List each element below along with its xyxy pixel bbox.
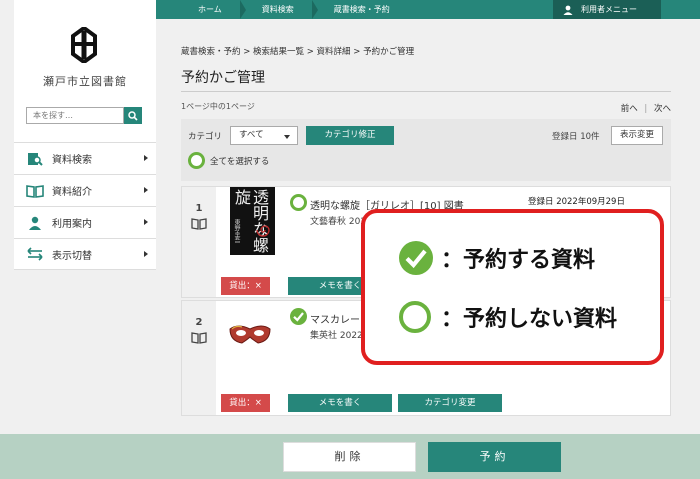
search-icon — [128, 110, 138, 121]
item-title-link[interactable]: マスカレー — [310, 311, 360, 326]
sidebar: 瀬戸市立図書館 資料検索 資料紹介 利用案内 — [14, 0, 156, 270]
category-edit-button[interactable]: カテゴリ修正 — [306, 126, 394, 145]
user-icon — [563, 5, 573, 15]
select-all-toggle[interactable]: 全てを選択する — [188, 152, 269, 169]
sidebar-menu: 資料検索 資料紹介 利用案内 表示切替 — [14, 142, 156, 270]
top-nav: ホーム 資料検索 蔵書検索・予約 利用者メニュー — [156, 0, 700, 19]
search-button[interactable] — [124, 107, 142, 124]
top-crumb-search[interactable]: 資料検索 — [240, 0, 318, 19]
memo-button[interactable]: メモを書く — [288, 394, 392, 412]
pagination-separator: | — [644, 104, 648, 114]
select-all-label: 全てを選択する — [210, 156, 270, 167]
chevron-right-icon — [144, 219, 148, 225]
item-number-column: 2 — [182, 301, 216, 415]
page-title: 予約かご管理 — [181, 70, 265, 86]
legend-popup: ：予約する資料 ：予約しない資料 — [361, 209, 664, 365]
category-select[interactable]: すべて — [230, 126, 298, 145]
unchecked-circle-icon[interactable] — [290, 194, 307, 211]
mask-cover-image[interactable] — [228, 321, 272, 347]
sidebar-item-label: 利用案内 — [52, 219, 92, 230]
status-badge: 貸出：× — [221, 394, 270, 412]
checked-circle-icon[interactable] — [290, 308, 307, 325]
chevron-right-icon — [144, 187, 148, 193]
legend-not-reserve-label: ：予約しない資料 — [441, 307, 618, 332]
category-change-button[interactable]: カテゴリ変更 — [398, 394, 502, 412]
bottom-action-bar: 削除 予約 — [0, 434, 700, 479]
top-breadcrumb: ホーム 資料検索 蔵書検索・予約 — [156, 0, 408, 19]
library-logo-icon — [71, 27, 97, 63]
control-panel: カテゴリ すべて カテゴリ修正 登録日 10件 表示変更 全てを選択する — [181, 119, 671, 181]
book-cover[interactable]: 透明な螺旋 東野圭吾 — [230, 187, 275, 255]
registration-count: 登録日 10件 — [552, 132, 600, 142]
reserve-button[interactable]: 予約 — [428, 442, 561, 472]
open-book-icon — [26, 183, 44, 199]
search-book-icon — [26, 151, 44, 167]
swap-arrows-icon — [26, 246, 44, 262]
sidebar-item-display[interactable]: 表示切替 — [14, 238, 156, 270]
title-divider — [181, 91, 671, 92]
person-icon — [26, 215, 44, 231]
book-icon — [191, 218, 207, 230]
sidebar-item-intro[interactable]: 資料紹介 — [14, 174, 156, 206]
prev-page-link[interactable]: 前へ — [621, 104, 638, 114]
chevron-right-icon — [144, 251, 148, 257]
status-badge: 貸出：× — [221, 277, 270, 295]
user-menu-button[interactable]: 利用者メニュー — [553, 0, 661, 19]
legend-reserve: ：予約する資料 — [399, 241, 595, 275]
breadcrumb: 蔵書検索・予約 > 検索結果一覧 > 資料詳細 > 予約かご管理 — [181, 47, 415, 57]
pagination: 前へ | 次へ — [617, 102, 671, 114]
item-number: 2 — [195, 317, 203, 328]
sidebar-item-label: 資料紹介 — [52, 187, 92, 198]
next-page-link[interactable]: 次へ — [654, 104, 671, 114]
item-number-column: 1 — [182, 187, 216, 297]
top-crumb-home[interactable]: ホーム — [156, 0, 246, 19]
sidebar-item-search[interactable]: 資料検索 — [14, 142, 156, 174]
item-number: 1 — [195, 203, 203, 214]
unchecked-circle-icon — [188, 152, 205, 169]
sidebar-item-label: 表示切替 — [52, 250, 92, 262]
checked-circle-icon — [399, 241, 433, 275]
sidebar-item-label: 資料検索 — [52, 155, 92, 166]
user-menu-label: 利用者メニュー — [581, 5, 637, 14]
page-info: 1ページ中の1ページ — [181, 102, 255, 111]
book-icon — [191, 332, 207, 344]
legend-reserve-label: ：予約する資料 — [441, 248, 596, 273]
sidebar-item-guide[interactable]: 利用案内 — [14, 206, 156, 238]
cover-spiral-art — [256, 225, 270, 237]
display-change-button[interactable]: 表示変更 — [611, 126, 663, 145]
legend-not-reserve: ：予約しない資料 — [399, 301, 617, 333]
cover-author: 東野圭吾 — [233, 219, 240, 243]
unchecked-circle-icon — [399, 301, 431, 333]
chevron-right-icon — [144, 155, 148, 161]
search-input[interactable] — [26, 107, 124, 124]
item-reg-date: 登録日 2022年09月29日 — [528, 197, 625, 207]
top-crumb-reserve[interactable]: 蔵書検索・予約 — [312, 0, 408, 19]
category-label: カテゴリ — [188, 132, 223, 142]
library-name: 瀬戸市立図書館 — [43, 75, 127, 88]
delete-button[interactable]: 削除 — [283, 442, 416, 472]
